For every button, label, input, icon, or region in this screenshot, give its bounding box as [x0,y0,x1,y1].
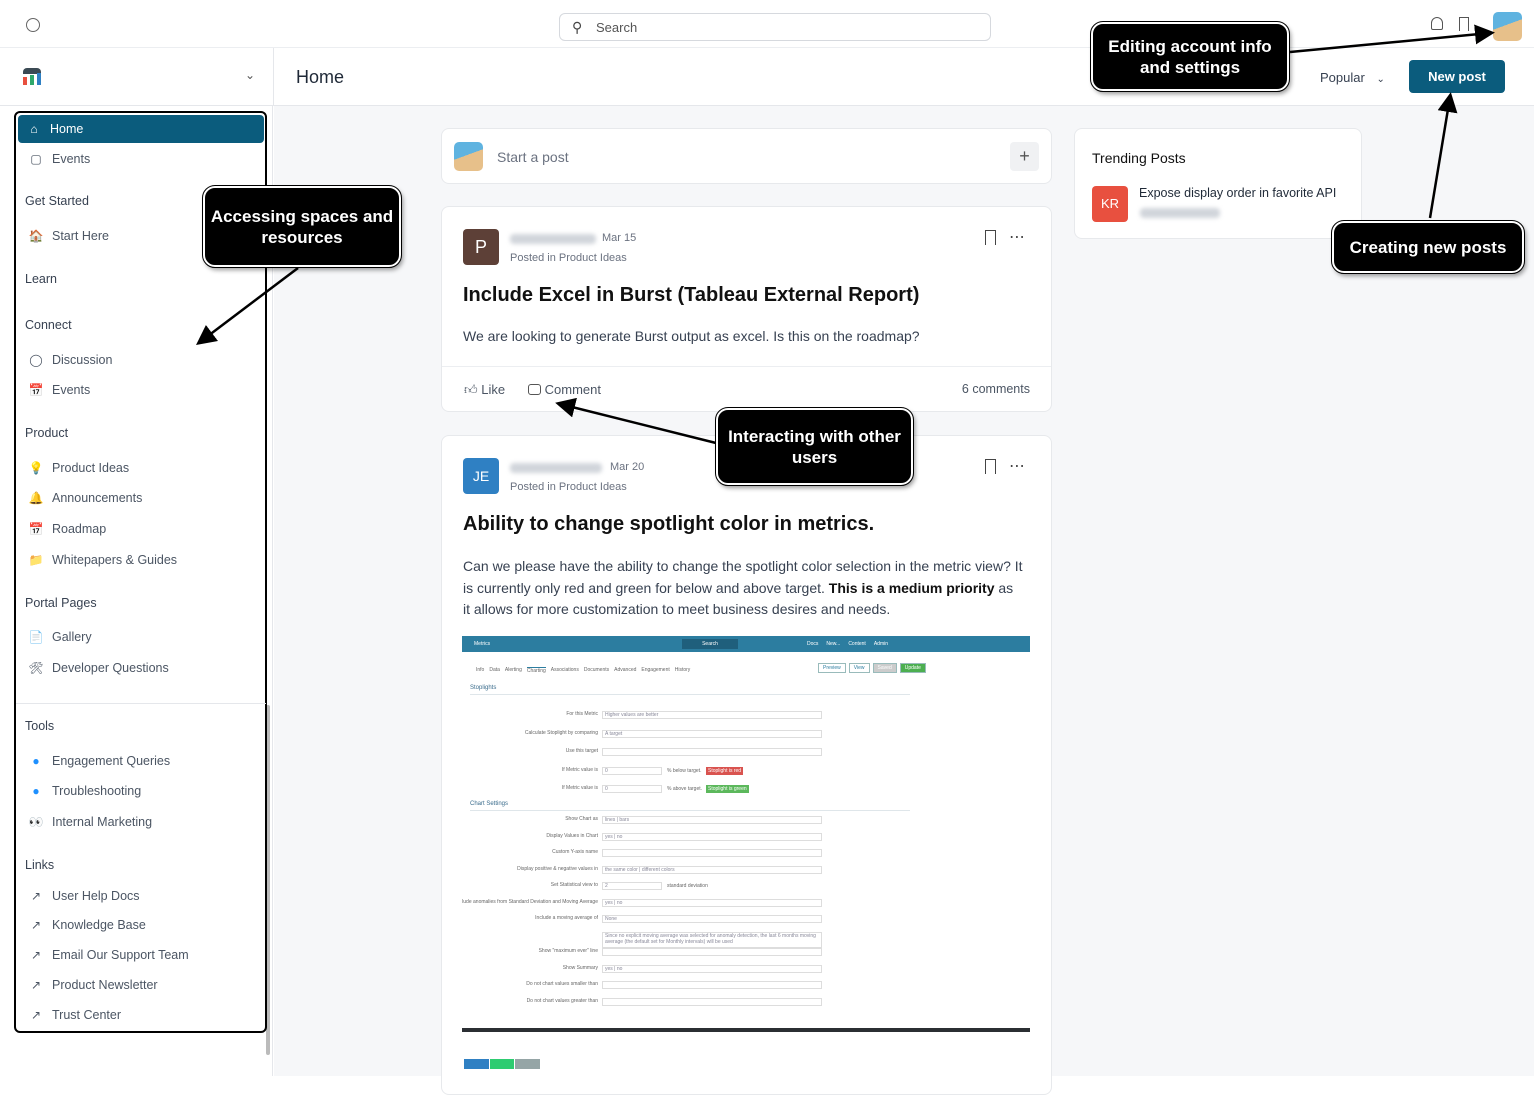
arrow-spaces [196,267,299,346]
callout-account: Editing account info and settings [1090,21,1290,92]
callout-interact: Interacting with other users [715,407,914,486]
arrow-account [1289,24,1495,54]
arrow-interact [555,397,717,445]
arrow-create [1428,92,1458,219]
callout-create: Creating new posts [1331,220,1525,274]
callout-spaces: Accessing spaces and resources [202,185,402,268]
annotation-arrows [196,24,1495,445]
